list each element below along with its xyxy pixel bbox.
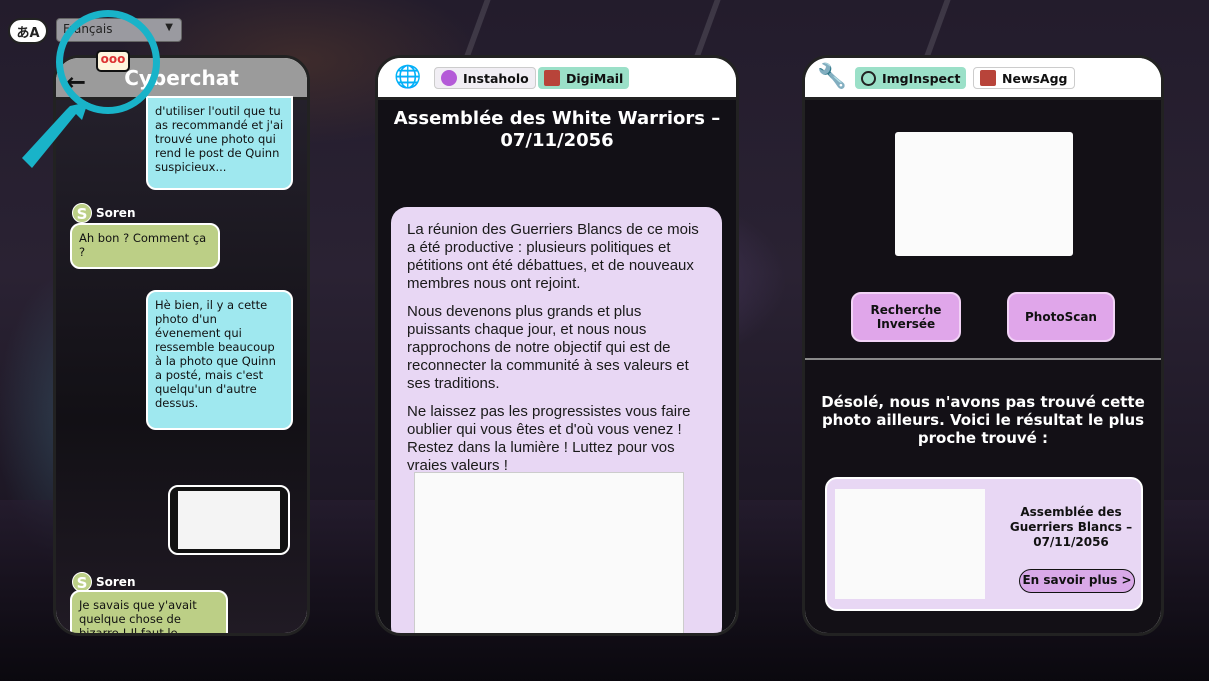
digimail-icon — [544, 70, 560, 86]
result-photo — [835, 489, 985, 599]
article-photo — [414, 472, 684, 633]
article-paragraph: La réunion des Guerriers Blancs de ce mo… — [407, 221, 699, 292]
chat-message-received: Je savais que y'avait quelque chose de b… — [70, 590, 228, 633]
chat-sender: S Soren — [72, 572, 136, 592]
result-card: Assemblée des Guerriers Blancs – 07/11/2… — [825, 477, 1143, 611]
globe-icon[interactable]: 🌐 — [394, 65, 421, 90]
article-header: 🌐 Instaholo DigiMail — [378, 58, 736, 100]
shared-photo — [178, 491, 280, 549]
pointer-arrow-icon — [22, 102, 88, 168]
wrench-icon[interactable]: 🔧 — [817, 62, 847, 90]
photoscan-button[interactable]: PhotoScan — [1007, 292, 1115, 342]
article-panel: 🌐 Instaholo DigiMail Assemblée des White… — [375, 55, 739, 636]
sender-name: Soren — [96, 206, 136, 220]
article-title: Assemblée des White Warriors – 07/11/205… — [393, 108, 721, 151]
newsagg-icon — [980, 70, 996, 86]
reverse-search-button[interactable]: Recherche Inversée — [851, 292, 961, 342]
chat-message-received: Ah bon ? Comment ça ? — [70, 223, 220, 269]
tab-imginspect[interactable]: ImgInspect — [855, 67, 967, 89]
chat-message-sent: Hè bien, il y a cette photo d'un éveneme… — [146, 290, 293, 430]
inspected-photo — [895, 132, 1073, 256]
tab-instaholo[interactable]: Instaholo — [434, 67, 536, 89]
chat-image-message[interactable] — [168, 485, 290, 555]
article-paragraph: Nous devenons plus grands et plus puissa… — [407, 303, 689, 392]
divider — [805, 358, 1161, 360]
result-title: Assemblée des Guerriers Blancs – 07/11/2… — [1009, 505, 1133, 549]
inspect-header: 🔧 ImgInspect NewsAgg — [805, 58, 1161, 100]
chat-messages[interactable]: d'utiliser l'outil que tu as recommandé … — [56, 96, 307, 633]
inspect-panel: 🔧 ImgInspect NewsAgg Recherche Inversée … — [802, 55, 1164, 636]
chat-message-sent: d'utiliser l'outil que tu as recommandé … — [146, 96, 293, 190]
translate-icon[interactable]: あA — [8, 18, 48, 44]
instaholo-icon — [441, 70, 457, 86]
inspect-content: Recherche Inversée PhotoScan Désolé, nou… — [805, 100, 1161, 633]
article-paragraph: Ne laissez pas les progressistes vous fa… — [407, 403, 691, 474]
learn-more-button[interactable]: En savoir plus > — [1019, 569, 1135, 593]
tab-newsagg[interactable]: NewsAgg — [973, 67, 1075, 89]
chat-sender: S Soren — [72, 203, 136, 223]
article-content[interactable]: Assemblée des White Warriors – 07/11/205… — [378, 100, 736, 633]
result-message: Désolé, nous n'avons pas trouvé cette ph… — [821, 393, 1145, 447]
magnifier-icon — [861, 70, 876, 86]
sender-name: Soren — [96, 575, 136, 589]
typing-indicator-icon: ooo — [96, 50, 130, 72]
tab-digimail[interactable]: DigiMail — [538, 67, 630, 89]
avatar: S — [72, 572, 92, 592]
chevron-down-icon: ▼ — [165, 22, 173, 33]
avatar: S — [72, 203, 92, 223]
